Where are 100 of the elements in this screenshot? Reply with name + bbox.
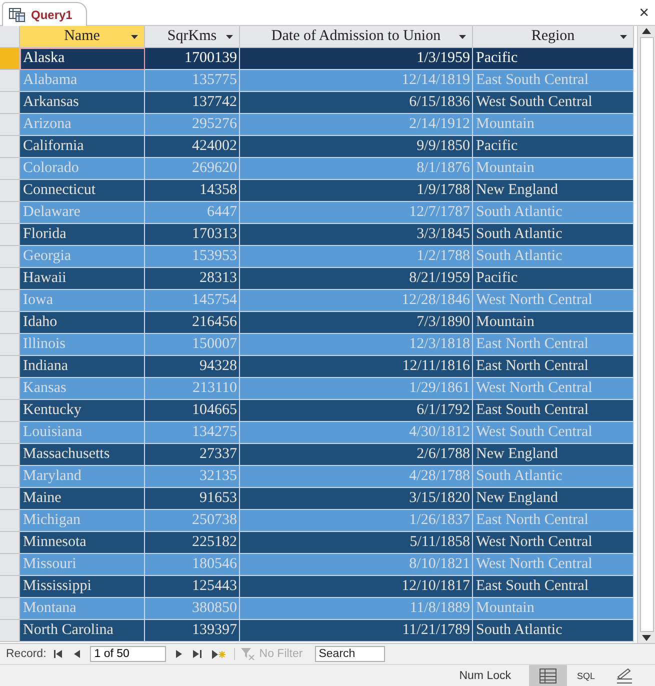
row-selector[interactable]: [0, 378, 20, 400]
row-selector[interactable]: [0, 488, 20, 510]
table-cell: 12/7/1787: [240, 202, 473, 224]
row-selector[interactable]: [0, 620, 20, 642]
row-selector[interactable]: [0, 92, 20, 114]
datasheet-icon: [539, 668, 557, 684]
row-selector[interactable]: [0, 268, 20, 290]
table-cell: 6447: [145, 202, 240, 224]
row-selector[interactable]: [0, 532, 20, 554]
row-selector[interactable]: [0, 554, 20, 576]
table-cell: New England: [473, 444, 634, 466]
table-cell: Mountain: [473, 158, 634, 180]
close-button[interactable]: ×: [639, 2, 649, 22]
table-cell: 3/3/1845: [240, 224, 473, 246]
table-cell: 380850: [145, 598, 240, 620]
tab-title: Query1: [31, 8, 72, 22]
table-cell: 4/28/1788: [240, 466, 473, 488]
column-header[interactable]: Region: [473, 26, 634, 48]
table-cell: 8/1/1876: [240, 158, 473, 180]
previous-record-icon: [73, 650, 82, 658]
row-selector[interactable]: [0, 510, 20, 532]
row-selector[interactable]: [0, 422, 20, 444]
dropdown-caret-icon: [459, 35, 466, 39]
row-selector[interactable]: [0, 246, 20, 268]
table-cell: West South Central: [473, 92, 634, 114]
dropdown-caret-icon: [620, 35, 627, 39]
column-header[interactable]: Date of Admission to Union: [240, 26, 473, 48]
table-cell: North Carolina: [20, 620, 145, 642]
row-selector[interactable]: [0, 466, 20, 488]
scroll-up-icon[interactable]: [642, 28, 651, 34]
table-cell: 1/29/1861: [240, 378, 473, 400]
table-cell: 27337: [145, 444, 240, 466]
table-cell: South Atlantic: [473, 246, 634, 268]
table-cell: 424002: [145, 136, 240, 158]
scroll-down-icon[interactable]: [642, 635, 651, 641]
table-cell: West South Central: [473, 422, 634, 444]
table-cell: East South Central: [473, 576, 634, 598]
table-cell: Hawaii: [20, 268, 145, 290]
table-cell: 12/28/1846: [240, 290, 473, 312]
row-selector[interactable]: [0, 48, 20, 70]
row-selector[interactable]: [0, 334, 20, 356]
first-record-icon: [54, 650, 64, 658]
last-record-button[interactable]: [191, 650, 204, 658]
row-selector[interactable]: [0, 444, 20, 466]
row-selector[interactable]: [0, 202, 20, 224]
pencil-ruler-icon: [615, 668, 633, 684]
table-cell: East North Central: [473, 334, 634, 356]
num-lock-indicator: Num Lock: [459, 670, 511, 682]
row-selector[interactable]: [0, 598, 20, 620]
table-cell: 32135: [145, 466, 240, 488]
row-selector[interactable]: [0, 290, 20, 312]
last-record-icon: [193, 650, 202, 658]
dropdown-caret-icon: [131, 35, 138, 39]
row-selector[interactable]: [0, 576, 20, 598]
vertical-scrollbar[interactable]: [637, 26, 655, 643]
query-tab[interactable]: Query1: [2, 2, 88, 26]
table-cell: Minnesota: [20, 532, 145, 554]
record-position-field[interactable]: 1 of 50: [90, 646, 166, 662]
row-selector[interactable]: [0, 356, 20, 378]
new-record-button[interactable]: [210, 650, 228, 658]
table-cell: Kansas: [20, 378, 145, 400]
row-selector[interactable]: [0, 114, 20, 136]
table-cell: East South Central: [473, 70, 634, 92]
table-cell: Mountain: [473, 114, 634, 136]
select-all-corner[interactable]: [0, 26, 20, 48]
row-selector[interactable]: [0, 400, 20, 422]
sql-view-button[interactable]: SQL: [567, 664, 605, 686]
table-cell: 139397: [145, 620, 240, 642]
table-cell: 250738: [145, 510, 240, 532]
table-cell: 180546: [145, 554, 240, 576]
table-cell: 3/15/1820: [240, 488, 473, 510]
table-cell: 11/21/1789: [240, 620, 473, 642]
search-field[interactable]: Search: [314, 646, 385, 662]
table-cell: 145754: [145, 290, 240, 312]
scroll-thumb[interactable]: [640, 37, 654, 632]
table-cell: 269620: [145, 158, 240, 180]
table-cell: 134275: [145, 422, 240, 444]
row-selector[interactable]: [0, 312, 20, 334]
new-record-icon: [212, 650, 226, 658]
row-selector[interactable]: [0, 224, 20, 246]
table-cell: 1/26/1837: [240, 510, 473, 532]
table-cell: 12/3/1818: [240, 334, 473, 356]
row-selector[interactable]: [0, 136, 20, 158]
table-cell: Iowa: [20, 290, 145, 312]
table-cell: Arizona: [20, 114, 145, 136]
row-selector[interactable]: [0, 180, 20, 202]
table-cell: 7/3/1890: [240, 312, 473, 334]
column-header[interactable]: SqrKms: [145, 26, 240, 48]
table-cell: 12/10/1817: [240, 576, 473, 598]
table-cell: Alaska: [20, 48, 145, 70]
table-cell: 91653: [145, 488, 240, 510]
table-cell: Delaware: [20, 202, 145, 224]
datasheet-view-button[interactable]: [529, 664, 567, 686]
table-cell: 94328: [145, 356, 240, 378]
row-selector[interactable]: [0, 70, 20, 92]
table-cell: Maryland: [20, 466, 145, 488]
column-header[interactable]: Name: [20, 26, 145, 48]
table-cell: Kentucky: [20, 400, 145, 422]
row-selector[interactable]: [0, 158, 20, 180]
table-cell: Maine: [20, 488, 145, 510]
